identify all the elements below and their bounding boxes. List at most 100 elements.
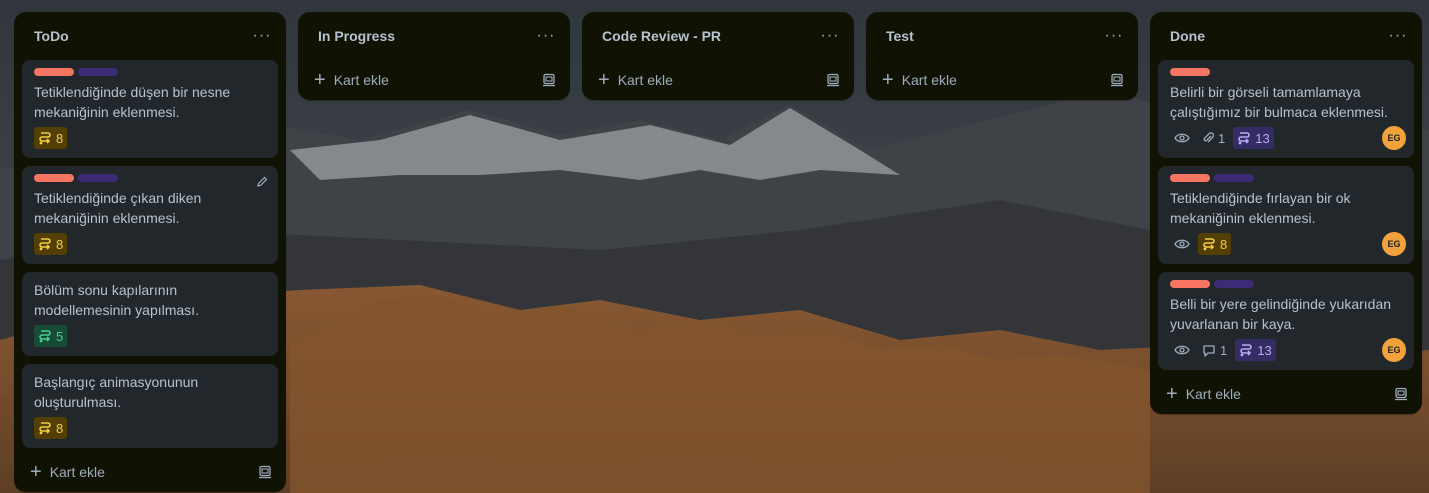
card-template-icon[interactable]: [258, 465, 272, 479]
add-card-row: + Kart ekle: [14, 452, 286, 492]
list-2: In Progress ··· + Kart ekle: [298, 12, 570, 100]
more-dots-icon[interactable]: ···: [1386, 28, 1410, 44]
card-badges: 8: [1170, 232, 1402, 256]
label-red[interactable]: [1170, 68, 1210, 76]
story-points-badge: 8: [34, 417, 68, 439]
comment-count: 1: [1220, 342, 1228, 358]
card[interactable]: Başlangıç animasyonunun oluşturulması. 8: [22, 364, 278, 448]
avatar[interactable]: EG: [1382, 126, 1406, 150]
card-labels: [1170, 174, 1402, 182]
card-title: Başlangıç animasyonunun oluşturulması.: [34, 374, 199, 410]
add-card-button[interactable]: + Kart ekle: [598, 70, 673, 90]
card-title: Belli bir yere gelindiğinde yukarıdan yu…: [1170, 296, 1392, 332]
story-points-badge: 8: [34, 233, 68, 255]
card-labels: [34, 68, 266, 76]
list-header: Test ···: [866, 12, 1138, 60]
label-red[interactable]: [1170, 174, 1210, 182]
eye-icon: [1170, 127, 1194, 149]
story-points-value: 8: [56, 420, 64, 436]
story-points-icon: [38, 329, 52, 343]
label-red[interactable]: [1170, 280, 1210, 288]
plus-icon: +: [882, 69, 894, 91]
card-template-icon[interactable]: [542, 73, 556, 87]
attachment-count: 1: [1218, 130, 1226, 146]
list-title[interactable]: Test: [886, 28, 914, 44]
label-red[interactable]: [34, 68, 74, 76]
label-purple[interactable]: [1214, 174, 1254, 182]
list-title[interactable]: In Progress: [318, 28, 395, 44]
story-points-badge: 8: [34, 127, 68, 149]
list-title[interactable]: Code Review - PR: [602, 28, 721, 44]
story-points-badge: 13: [1233, 127, 1274, 149]
add-card-label: Kart ekle: [1185, 386, 1241, 402]
label-purple[interactable]: [78, 68, 118, 76]
more-dots-icon[interactable]: ···: [1102, 28, 1126, 44]
card-labels: [34, 174, 266, 182]
add-card-button[interactable]: + Kart ekle: [314, 70, 389, 90]
card-template-icon[interactable]: [826, 73, 840, 87]
comment-icon: [1202, 344, 1216, 357]
story-points-badge: 5: [34, 325, 68, 347]
card-title: Bölüm sonu kapılarının modellemesinin ya…: [34, 282, 199, 318]
more-dots-icon[interactable]: ···: [534, 28, 558, 44]
card[interactable]: Tetiklendiğinde fırlayan bir ok mekaniği…: [1158, 166, 1414, 264]
list-title[interactable]: ToDo: [34, 28, 69, 44]
add-card-row: + Kart ekle: [582, 60, 854, 100]
card-labels: [1170, 68, 1402, 76]
card-list: Belirli bir görseli tamamlamaya çalıştığ…: [1150, 60, 1422, 370]
card[interactable]: Belli bir yere gelindiğinde yukarıdan yu…: [1158, 272, 1414, 370]
list-1: ToDo ··· Tetiklendiğinde düşen bir nesne m…: [14, 12, 286, 492]
label-red[interactable]: [34, 174, 74, 182]
attachment-badge: 1: [1198, 127, 1229, 149]
story-points-value: 13: [1257, 342, 1272, 358]
add-card-button[interactable]: + Kart ekle: [1166, 384, 1241, 404]
card-badges: 1 13: [1170, 126, 1402, 150]
card-badges: 5: [34, 324, 266, 348]
story-points-badge: 8: [1198, 233, 1232, 255]
add-card-row: + Kart ekle: [298, 60, 570, 100]
more-dots-icon[interactable]: ···: [250, 28, 274, 44]
card-badges: 8: [34, 232, 266, 256]
eye-icon: [1170, 233, 1194, 255]
card[interactable]: Belirli bir görseli tamamlamaya çalıştığ…: [1158, 60, 1414, 158]
avatar[interactable]: EG: [1382, 232, 1406, 256]
card[interactable]: Tetiklendiğinde çıkan diken mekaniğinin …: [22, 166, 278, 264]
story-points-badge: 13: [1235, 339, 1276, 361]
card-list: Tetiklendiğinde düşen bir nesne mekaniği…: [14, 60, 286, 448]
list-title[interactable]: Done: [1170, 28, 1205, 44]
list-header: Done ···: [1150, 12, 1422, 60]
card-labels: [1170, 280, 1402, 288]
card[interactable]: Bölüm sonu kapılarının modellemesinin ya…: [22, 272, 278, 356]
pencil-icon[interactable]: [256, 176, 268, 188]
add-card-label: Kart ekle: [49, 464, 105, 480]
add-card-row: + Kart ekle: [866, 60, 1138, 100]
card-badges: 1 13: [1170, 338, 1402, 362]
card-title: Tetiklendiğinde fırlayan bir ok mekaniği…: [1170, 190, 1351, 226]
plus-icon: +: [314, 69, 326, 91]
avatar[interactable]: EG: [1382, 338, 1406, 362]
eye-icon: [1170, 339, 1194, 361]
list-3: Code Review - PR ··· + Kart ekle: [582, 12, 854, 100]
add-card-label: Kart ekle: [333, 72, 389, 88]
card[interactable]: Tetiklendiğinde düşen bir nesne mekaniği…: [22, 60, 278, 158]
list-4: Test ··· + Kart ekle: [866, 12, 1138, 100]
story-points-icon: [1237, 131, 1251, 145]
add-card-button[interactable]: + Kart ekle: [882, 70, 957, 90]
card-template-icon[interactable]: [1394, 387, 1408, 401]
label-purple[interactable]: [78, 174, 118, 182]
label-purple[interactable]: [1214, 280, 1254, 288]
story-points-value: 13: [1255, 130, 1270, 146]
add-card-button[interactable]: + Kart ekle: [30, 462, 105, 482]
story-points-icon: [38, 237, 52, 251]
card-title: Tetiklendiğinde düşen bir nesne mekaniği…: [34, 84, 231, 120]
list-5: Done ··· Belirli bir görseli tamamlamaya ç…: [1150, 12, 1422, 414]
list-header: ToDo ···: [14, 12, 286, 60]
story-points-icon: [38, 131, 52, 145]
story-points-value: 8: [56, 130, 64, 146]
card-template-icon[interactable]: [1110, 73, 1124, 87]
more-dots-icon[interactable]: ···: [818, 28, 842, 44]
story-points-icon: [38, 421, 52, 435]
story-points-value: 8: [1220, 236, 1228, 252]
card-badges: 8: [34, 126, 266, 150]
paperclip-icon: [1202, 131, 1214, 145]
